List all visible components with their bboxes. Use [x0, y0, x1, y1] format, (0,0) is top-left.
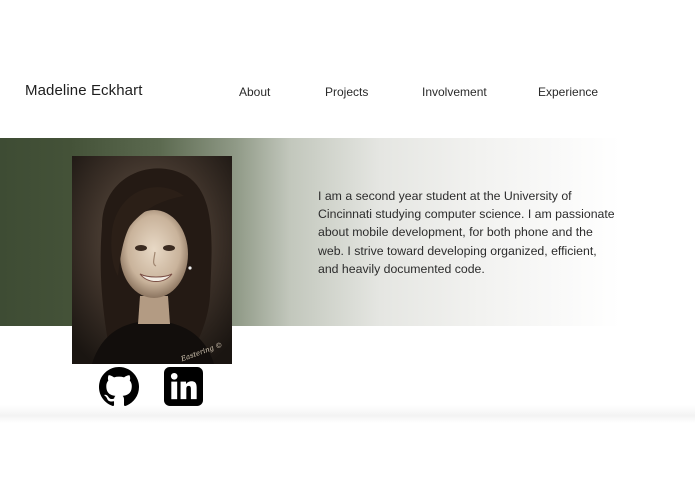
profile-photo: Eastering © [72, 156, 232, 364]
linkedin-icon[interactable] [164, 367, 203, 406]
nav-involvement[interactable]: Involvement [422, 85, 487, 99]
github-icon[interactable] [99, 367, 139, 407]
nav-projects[interactable]: Projects [325, 85, 368, 99]
bio-text: I am a second year student at the Univer… [318, 189, 615, 276]
main-nav: About Projects Involvement Experience [0, 85, 695, 101]
nav-about[interactable]: About [239, 85, 270, 99]
nav-experience[interactable]: Experience [538, 85, 598, 99]
section-divider [0, 405, 695, 423]
